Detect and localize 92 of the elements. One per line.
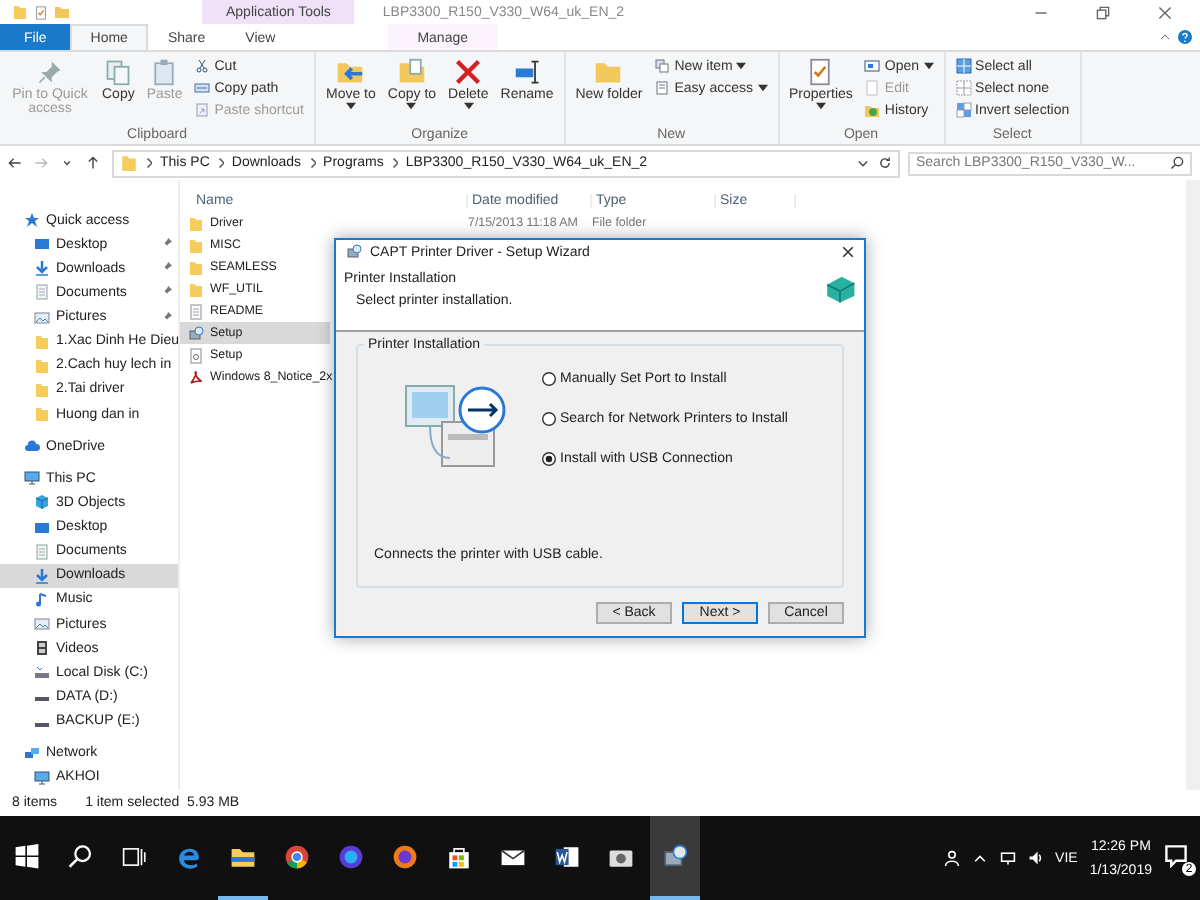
computer-icon [34,769,50,786]
back-arrow-icon[interactable] [8,156,22,170]
document-icon [34,284,50,301]
taskbar-button[interactable] [650,816,700,900]
dropdown-icon[interactable] [60,156,74,170]
folder-icon [54,4,70,20]
caret-icon [757,84,767,92]
pin-icon [36,58,64,86]
printer-icon [824,271,856,304]
download-icon [34,567,50,584]
network-icon [24,745,40,762]
restore-icon[interactable] [1096,5,1110,19]
grid-icon [955,80,972,96]
desktop-icon [34,519,50,536]
caret-icon [736,62,747,70]
document-icon [34,543,50,560]
radio-button[interactable] [542,452,556,466]
settings-file-icon [188,347,204,363]
collapse-icon[interactable] [1160,32,1170,42]
picture-icon [34,309,50,326]
document-icon [864,80,881,96]
cloud-icon [24,438,40,455]
fox-browser-icon [392,843,418,869]
picture-icon [34,616,50,633]
caret-icon [406,102,417,111]
pin-icon[interactable] [162,286,172,297]
checklist-icon [806,58,835,86]
desktop-icon [34,236,50,253]
close-icon[interactable] [842,246,854,259]
installer-icon [662,843,688,869]
pin-icon[interactable] [162,238,172,249]
invert-selection-icon [955,102,972,118]
radio-button[interactable] [542,372,556,386]
up-arrow-icon[interactable] [86,156,100,170]
shopping-bag-icon [446,843,472,869]
network-icon[interactable] [999,850,1016,866]
browser-circle-icon [284,843,310,869]
pin-icon[interactable] [162,311,172,321]
task-view-icon [122,843,148,869]
search-icon [1170,156,1184,170]
copy-icon [104,58,133,86]
grid-icon [955,58,972,74]
folder-icon [12,4,28,20]
search-icon [68,843,94,869]
history-icon [864,102,881,118]
pin-icon[interactable] [162,262,172,273]
caret-icon [463,102,474,111]
folder-icon [230,843,256,869]
windows-logo-icon [14,843,40,869]
rename-icon [513,58,541,86]
installer-icon [346,244,362,261]
people-icon[interactable] [943,850,960,866]
shortcut-icon [194,102,211,118]
volume-icon[interactable] [1027,850,1044,866]
window-icon [864,58,881,74]
document-icon [194,80,211,96]
chevron-icon [146,158,152,168]
help-icon[interactable] [1178,30,1192,44]
scissors-icon [194,58,211,74]
chevron-icon [217,158,224,168]
folder-icon [594,58,623,86]
caret-icon [345,102,356,111]
clipboard-icon [150,58,179,86]
star-icon [24,212,40,229]
installer-icon [188,325,204,341]
download-icon [34,260,50,277]
easy-access-icon [654,80,671,96]
browser-globe-icon [338,843,364,869]
checklist-icon [34,5,48,19]
dropdown-icon[interactable] [856,156,870,170]
computer-icon [24,470,40,487]
radio-button[interactable] [542,412,556,426]
caret-icon [923,62,934,70]
refresh-icon[interactable] [878,156,892,170]
new-item-icon [654,58,671,74]
folder-arrow-icon [336,58,365,86]
text-file-icon [188,303,204,319]
cube-icon [34,494,50,511]
folder-icon [120,154,138,172]
close-icon[interactable] [1158,5,1172,19]
browser-e-icon [176,843,202,869]
chevron-up-icon[interactable] [971,850,988,866]
chevron-icon [391,158,398,168]
caret-icon [815,102,826,111]
film-icon [34,640,50,657]
notification-icon[interactable] [1164,844,1188,868]
pdf-icon [188,369,204,385]
music-note-icon [34,591,50,608]
delete-icon [454,58,483,86]
chevron-icon [309,158,316,168]
folder-copy-icon [397,58,426,86]
word-document-icon [554,843,580,869]
